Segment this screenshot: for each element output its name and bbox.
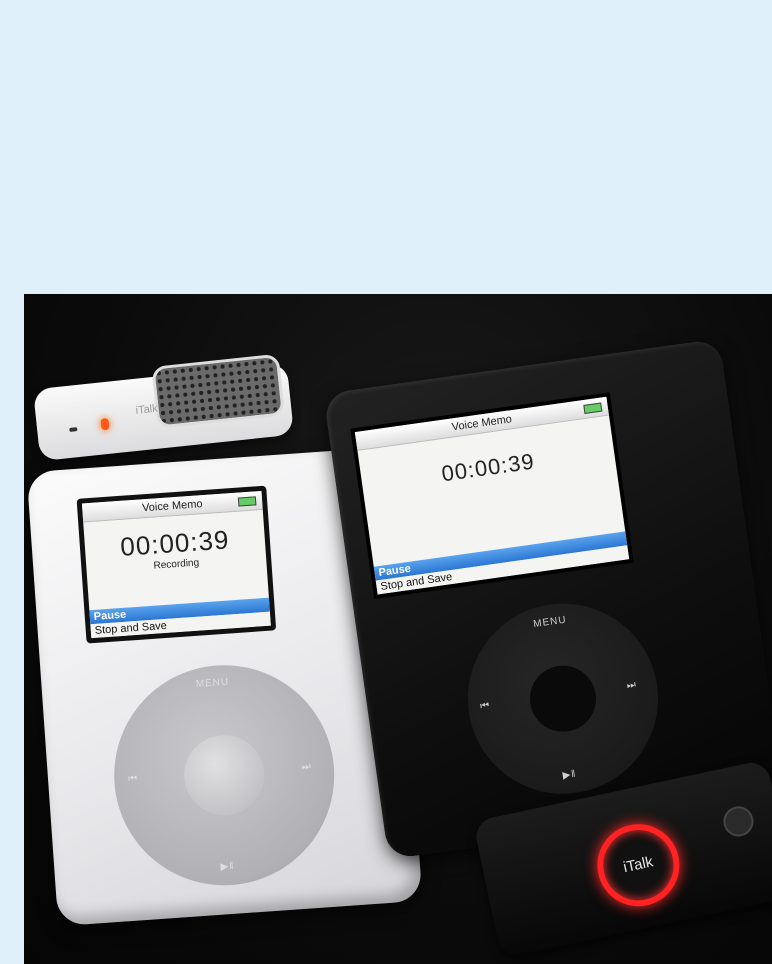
battery-icon (237, 496, 257, 507)
italk-ring-button[interactable]: iTalk (589, 816, 688, 914)
next-track-icon[interactable]: ⏭ (626, 679, 637, 691)
previous-track-icon[interactable]: ⏮ (480, 700, 491, 712)
white-ipod-lcd: Voice Memo 00:00:39 Recording Pause Stop… (81, 490, 271, 639)
black-click-wheel[interactable]: MENU ⏭ ⏮ ▶‖ (455, 591, 671, 807)
menu-label[interactable]: MENU (195, 677, 229, 690)
microphone-grille (151, 353, 286, 429)
italk-logo: iTalk (135, 402, 159, 417)
menu-list: Pause Stop and Save (89, 597, 271, 639)
black-ipod-screen: Voice Memo 00:00:39 Pause Stop and Save (350, 392, 634, 600)
black-center-button[interactable] (525, 661, 601, 736)
recording-timer: 00:00:39 (439, 448, 537, 487)
menu-list: Pause Stop and Save (373, 531, 630, 595)
recording-led (100, 417, 110, 431)
black-ipod-lcd: Voice Memo 00:00:39 Pause Stop and Save (354, 396, 630, 595)
white-italk-accessory: iTalk (32, 353, 295, 462)
indicator-light (69, 427, 78, 432)
next-track-icon[interactable]: ⏭ (301, 761, 312, 773)
white-click-wheel[interactable]: MENU ⏭ ⏮ ▶‖ (106, 657, 342, 893)
menu-label[interactable]: MENU (533, 615, 568, 631)
photo: Voice Memo 00:00:39 Recording Pause Stop… (24, 294, 772, 964)
italk-logo: iTalk (621, 853, 655, 877)
play-pause-icon[interactable]: ▶‖ (220, 861, 235, 873)
play-pause-icon[interactable]: ▶‖ (562, 769, 577, 782)
white-ipod-screen: Voice Memo 00:00:39 Recording Pause Stop… (76, 485, 277, 644)
white-center-button[interactable] (181, 732, 267, 818)
screen-title: Voice Memo (81, 490, 263, 523)
audio-jack (720, 803, 757, 840)
previous-track-icon[interactable]: ⏮ (128, 773, 139, 785)
